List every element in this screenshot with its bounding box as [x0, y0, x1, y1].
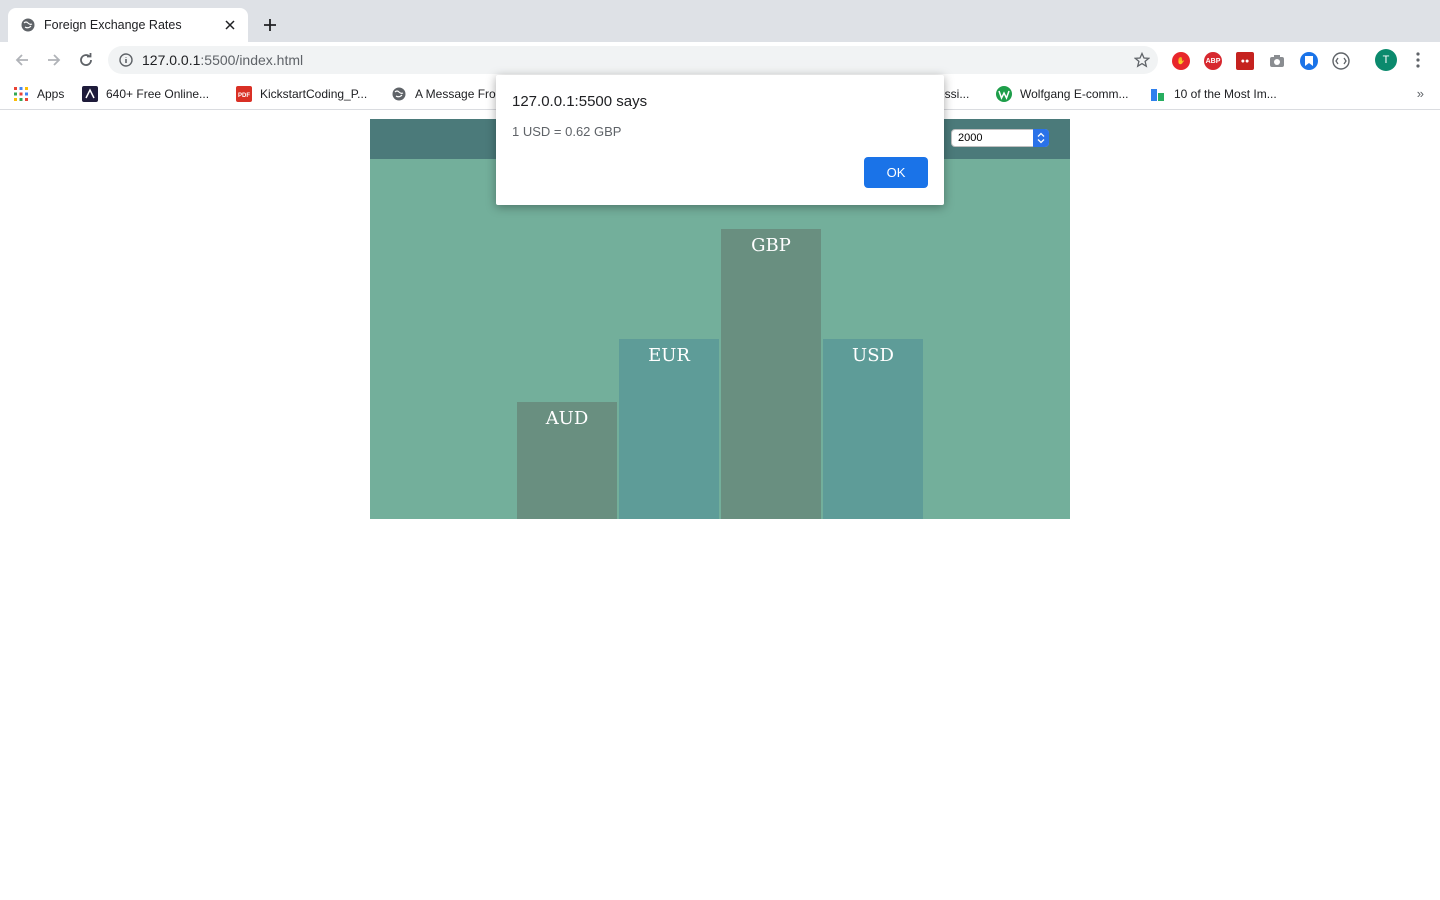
- bar-label: EUR: [648, 345, 690, 366]
- kebab-menu-icon[interactable]: [1408, 50, 1428, 70]
- bookmark-label: Apps: [37, 87, 65, 101]
- tab-title: Foreign Exchange Rates: [44, 18, 182, 32]
- bar-usd[interactable]: USD: [823, 339, 923, 519]
- apps-grid-icon: [13, 86, 29, 102]
- extension-red-icon[interactable]: ●●: [1236, 52, 1254, 70]
- bar-label: AUD: [545, 408, 589, 429]
- forward-button[interactable]: [42, 48, 66, 72]
- bar-eur[interactable]: EUR: [619, 339, 719, 519]
- bookmark-label: A Message Fro: [415, 87, 496, 101]
- wolfgang-icon: [996, 86, 1012, 102]
- url-path: :5500/index.html: [200, 52, 304, 68]
- bookmark-extension-icon[interactable]: [1300, 52, 1318, 70]
- bookmark-site-icon: [1150, 86, 1166, 102]
- camera-extension-icon[interactable]: [1268, 52, 1286, 70]
- reload-icon: [80, 53, 92, 66]
- new-tab-button[interactable]: [258, 13, 282, 37]
- url-text: 127.0.0.1:5500/index.html: [142, 52, 303, 68]
- bookmark-item[interactable]: Wolfgang E-comm...: [996, 85, 1128, 103]
- bookmarks-overflow-icon[interactable]: »: [1417, 86, 1424, 101]
- year-select-value: 2000: [958, 132, 983, 144]
- bar-label: USD: [852, 345, 894, 366]
- pdf-icon: PDF: [236, 86, 252, 102]
- url-host: 127.0.0.1: [142, 52, 201, 68]
- alert-title: 127.0.0.1:5500 says: [512, 93, 648, 110]
- arrow-right-icon: [48, 54, 61, 66]
- page-content: 2000 AUD EUR GBP USD: [0, 111, 1440, 900]
- globe-icon: [391, 86, 407, 102]
- bar-gbp[interactable]: GBP: [721, 229, 821, 519]
- ok-button[interactable]: OK: [864, 157, 928, 188]
- alert-message: 1 USD = 0.62 GBP: [512, 124, 622, 139]
- bar-aud[interactable]: AUD: [517, 402, 617, 519]
- bookmark-site-icon: [82, 86, 98, 102]
- bookmark-item[interactable]: A Message Fro: [391, 85, 496, 103]
- bookmark-item[interactable]: PDF KickstartCoding_P...: [236, 85, 367, 103]
- browser-toolbar: 127.0.0.1:5500/index.html ✋ ABP ●● T: [0, 42, 1440, 78]
- adblock-extension-icon[interactable]: ABP: [1204, 52, 1222, 70]
- bookmark-item[interactable]: 10 of the Most Im...: [1150, 85, 1277, 103]
- currency-bar-chart: AUD EUR GBP USD: [370, 159, 1070, 519]
- profile-avatar[interactable]: T: [1375, 49, 1397, 71]
- bar-label: GBP: [751, 235, 791, 256]
- bookmark-star-icon[interactable]: [1133, 51, 1151, 68]
- bookmark-apps[interactable]: Apps: [13, 85, 64, 103]
- bookmark-label: Wolfgang E-comm...: [1020, 87, 1129, 101]
- browser-tab[interactable]: Foreign Exchange Rates: [8, 8, 248, 42]
- back-button[interactable]: [10, 48, 34, 72]
- reload-button[interactable]: [74, 48, 98, 72]
- bookmark-label: 640+ Free Online...: [106, 87, 210, 101]
- bookmark-label: KickstartCoding_P...: [260, 87, 368, 101]
- bookmark-item[interactable]: 640+ Free Online...: [82, 85, 209, 103]
- select-arrows-icon: [1033, 129, 1049, 147]
- globe-icon: [20, 17, 36, 33]
- close-tab-icon[interactable]: [222, 17, 238, 33]
- info-icon[interactable]: [118, 52, 134, 68]
- code-extension-icon[interactable]: [1332, 52, 1350, 70]
- tab-strip: Foreign Exchange Rates: [0, 0, 1440, 42]
- arrow-left-icon: [15, 54, 28, 66]
- address-bar[interactable]: 127.0.0.1:5500/index.html: [108, 46, 1158, 74]
- year-select[interactable]: 2000: [951, 129, 1049, 147]
- svg-text:PDF: PDF: [238, 93, 250, 99]
- alert-dialog: 127.0.0.1:5500 says 1 USD = 0.62 GBP OK: [496, 75, 944, 205]
- extension-stop-icon[interactable]: ✋: [1172, 52, 1190, 70]
- bookmark-label: 10 of the Most Im...: [1174, 87, 1277, 101]
